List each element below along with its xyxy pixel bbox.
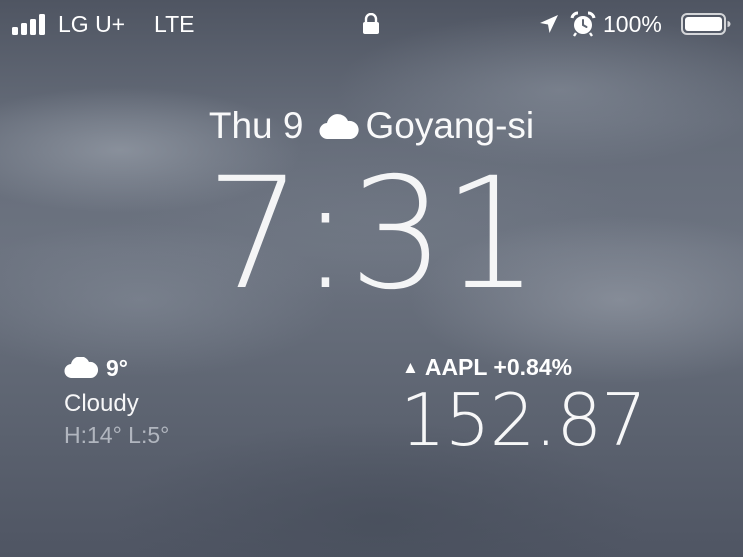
carrier-label: LG U+ <box>58 11 126 37</box>
stock-widget[interactable]: ▲ AAPL +0.84% 152.87 <box>400 352 732 462</box>
weather-condition: Cloudy <box>64 390 139 417</box>
weather-temp-row: 9° <box>64 352 304 384</box>
date-weather-line: Thu 9 Goyang-si <box>0 104 743 148</box>
alarm-icon <box>570 11 596 37</box>
lock-icon <box>363 13 379 34</box>
status-bar: LG U+ LTE 100% <box>0 0 743 48</box>
lock-screen-time: 7:31 <box>205 145 539 324</box>
stock-ticker: AAPL <box>424 354 488 380</box>
cloud-icon <box>319 114 360 140</box>
stock-price: 152.87 <box>400 378 647 462</box>
location-icon <box>540 15 558 33</box>
location-label: Goyang-si <box>365 105 535 146</box>
network-label: LTE <box>154 11 195 37</box>
battery-icon <box>681 13 731 35</box>
weather-widget[interactable]: 9° Cloudy H:14° L:5° <box>64 352 304 450</box>
date-label: Thu 9 <box>208 105 304 146</box>
weather-high-low: H:14° L:5° <box>64 422 170 448</box>
battery-percent: 100% <box>603 11 662 37</box>
stock-change: +0.84% <box>493 354 573 380</box>
signal-icon <box>12 13 50 35</box>
weather-temperature: 9° <box>106 355 128 381</box>
cloud-icon <box>64 357 98 379</box>
